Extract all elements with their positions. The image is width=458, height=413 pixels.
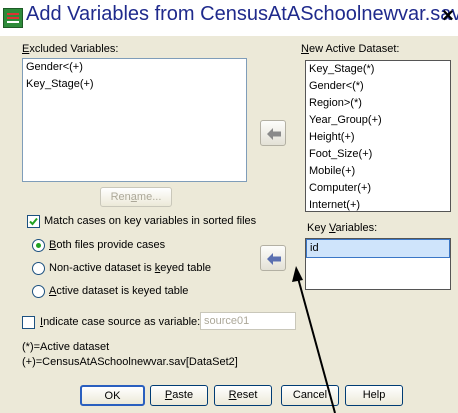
add-variables-dialog: Add Variables from CensusAtASchoolnewvar… [0, 0, 458, 413]
annotation-arrow-icon [292, 266, 336, 413]
